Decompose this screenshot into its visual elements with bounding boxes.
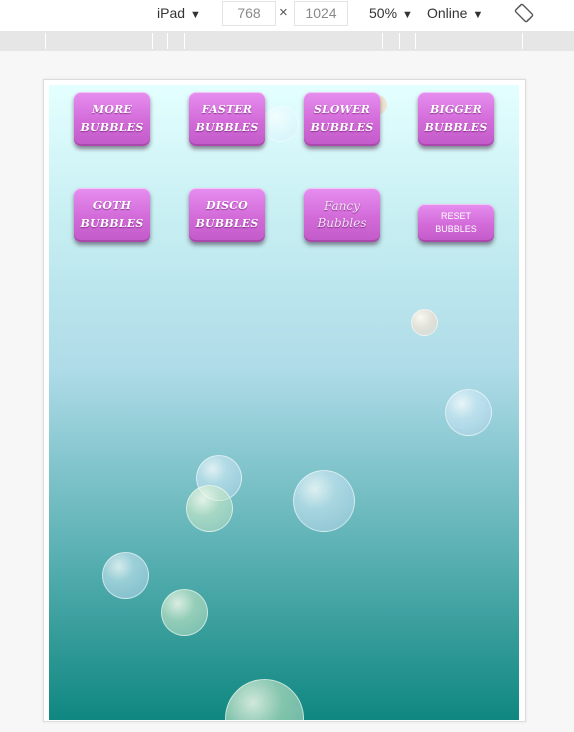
throttle-select-label: Online [427,5,468,21]
bigger-bubbles-label: BIGGER BUBBLES [424,103,488,134]
bubble [263,106,299,142]
ruler-tick [184,33,185,49]
device-select[interactable]: iPad ▼ [157,0,201,28]
ruler-tick [522,33,523,49]
disco-bubbles-button[interactable]: DISCO BUBBLES [189,188,265,242]
devtools-device-toolbar: iPad ▼ 768 × 1024 50% ▼ Online ▼ [0,0,574,28]
goth-bubbles-label: GOTH BUBBLES [80,199,144,230]
reset-bubbles-button[interactable]: RESET BUBBLES [418,204,494,242]
bubble [445,389,492,436]
ruler-tick [152,33,153,49]
slower-bubbles-label: SLOWER BUBBLES [310,103,374,134]
bubble [161,589,208,636]
ruler-tick [399,33,400,49]
device-dropdown-icon: ▼ [190,9,201,21]
height-input[interactable]: 1024 [294,1,348,26]
bubble [102,552,149,599]
ruler-tick [382,33,383,49]
zoom-select[interactable]: 50% ▼ [369,0,413,28]
bubbles-page: MORE BUBBLES FASTER BUBBLES SLOWER BUBBL… [49,85,519,720]
throttle-select[interactable]: Online ▼ [427,0,483,28]
zoom-select-label: 50% [369,5,398,21]
bubble [186,485,233,532]
device-select-label: iPad [157,5,186,21]
zoom-dropdown-icon: ▼ [402,9,413,21]
ruler-tick [167,33,168,49]
bigger-bubbles-button[interactable]: BIGGER BUBBLES [418,92,494,146]
bubble [225,679,304,720]
media-query-ruler[interactable] [0,31,574,51]
faster-bubbles-button[interactable]: FASTER BUBBLES [189,92,265,146]
throttle-dropdown-icon: ▼ [472,9,484,21]
reset-bubbles-label: RESET BUBBLES [435,211,477,234]
rotate-icon[interactable] [514,3,534,23]
more-bubbles-button[interactable]: MORE BUBBLES [74,92,150,146]
more-bubbles-label: MORE BUBBLES [80,103,144,134]
slower-bubbles-button[interactable]: SLOWER BUBBLES [304,92,380,146]
fancy-bubbles-label: Fancy Bubbles [317,199,367,230]
ruler-tick [415,33,416,49]
ruler-tick [45,33,46,49]
disco-bubbles-label: DISCO BUBBLES [195,199,259,230]
faster-bubbles-label: FASTER BUBBLES [195,103,259,134]
bubble [411,309,438,336]
goth-bubbles-button[interactable]: GOTH BUBBLES [74,188,150,242]
fancy-bubbles-button[interactable]: Fancy Bubbles [304,188,380,242]
bubble [293,470,355,532]
dimension-separator: × [279,4,288,21]
width-input[interactable]: 768 [222,1,276,26]
